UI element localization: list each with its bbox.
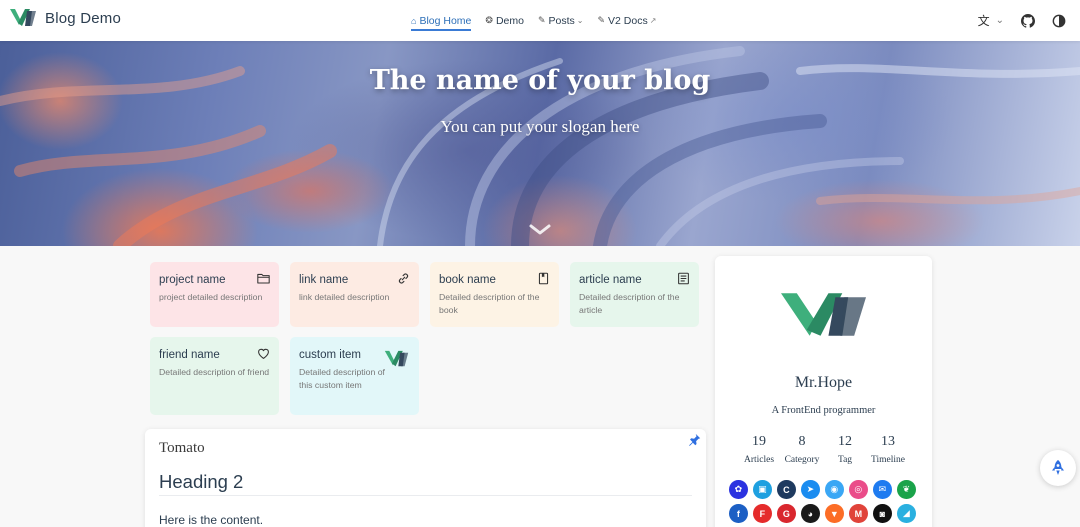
card-description: link detailed description	[299, 292, 390, 302]
hero-banner: The name of your blog You can put your s…	[0, 41, 1080, 246]
language-dropdown[interactable]: 文 ⌄	[978, 12, 1004, 29]
project-card-article[interactable]: article name Detailed description of the…	[570, 262, 699, 327]
nav-demo[interactable]: ❂ Demo	[485, 0, 524, 41]
dribbble-icon[interactable]: ◎	[849, 480, 868, 499]
social-row: ✿ ▣ C ➤ ◉ ◎ ✉ ❦	[729, 480, 921, 499]
article-title[interactable]: Tomato	[159, 440, 205, 457]
home-icon: ⌂	[411, 15, 417, 26]
instagram-icon[interactable]: ◙	[873, 504, 892, 523]
github-link[interactable]	[1021, 13, 1035, 28]
discover-icon: ❂	[485, 15, 493, 25]
email-icon[interactable]: ✉	[873, 480, 892, 499]
folder-icon	[257, 273, 270, 284]
nav-label: Posts	[548, 14, 575, 27]
stat-number: 19	[752, 434, 766, 449]
scroll-down-chevron-icon[interactable]	[529, 224, 551, 236]
external-link-icon: ↗	[649, 16, 657, 25]
nav-v2-docs[interactable]: ✎ V2 Docs ↗	[597, 0, 656, 41]
stat-tag[interactable]: 12 Tag	[824, 434, 867, 465]
gitlab-icon[interactable]: ▼	[825, 504, 844, 523]
nav-label: Blog Home	[419, 14, 472, 27]
article-card[interactable]: Tomato Heading 2 Here is the content.	[145, 429, 706, 527]
card-title: link name	[299, 274, 349, 286]
heart-icon	[258, 348, 269, 359]
project-card-custom[interactable]: custom item Detailed description of this…	[290, 337, 419, 415]
book-icon	[538, 272, 549, 285]
blogger-description: A FrontEnd programmer	[771, 405, 876, 416]
facebook-icon[interactable]: f	[729, 504, 748, 523]
stat-label: Tag	[837, 455, 853, 465]
card-description: Detailed description of friend	[159, 367, 270, 377]
article-icon	[678, 272, 689, 285]
card-description: project detailed description	[159, 292, 263, 302]
heading-divider	[159, 495, 692, 496]
stat-number: 13	[881, 434, 895, 449]
stat-articles[interactable]: 19 Articles	[738, 434, 781, 465]
nav-label: V2 Docs	[608, 14, 648, 27]
card-title: book name	[439, 274, 496, 286]
project-card-book[interactable]: book name Detailed description of the bo…	[430, 262, 559, 327]
project-card-friend[interactable]: friend name Detailed description of frie…	[150, 337, 279, 415]
lark-icon[interactable]: ◢	[897, 504, 916, 523]
discord-icon[interactable]: ◉	[825, 480, 844, 499]
stat-category[interactable]: 8 Category	[781, 434, 824, 465]
baidu-icon[interactable]: ✿	[729, 480, 748, 499]
flipboard-icon[interactable]: F	[753, 504, 772, 523]
note-icon: ✎	[597, 15, 606, 25]
card-description: Detailed description of the article	[579, 292, 680, 315]
card-title: friend name	[159, 349, 220, 361]
gmail-icon[interactable]: M	[849, 504, 868, 523]
dingding-icon[interactable]: ➤	[801, 480, 820, 499]
hero-title: The name of your blog	[369, 65, 711, 96]
card-title: article name	[579, 274, 642, 286]
social-row: f F G ◕ ▼ M ◙ ◢	[729, 504, 921, 523]
blogger-name: Mr.Hope	[794, 374, 853, 391]
nav-posts[interactable]: ✎ Posts ⌄	[538, 0, 584, 41]
pin-icon	[689, 433, 701, 446]
stat-label: Timeline	[871, 455, 905, 465]
gitee-icon[interactable]: G	[777, 504, 796, 523]
stat-label: Articles	[743, 455, 775, 465]
project-card-link[interactable]: link name link detailed description	[290, 262, 419, 327]
stat-number: 12	[838, 434, 852, 449]
github-icon[interactable]: ◕	[801, 504, 820, 523]
blogger-info-card: Mr.Hope A FrontEnd programmer 19 Article…	[715, 256, 932, 527]
navbar: Blog Demo ⌂ Blog Home ❂ Demo ✎ Posts ⌄ ✎…	[0, 0, 1080, 41]
evernote-icon[interactable]: ❦	[897, 480, 916, 499]
stat-timeline[interactable]: 13 Timeline	[867, 434, 910, 465]
brand-link[interactable]: Blog Demo	[10, 8, 121, 28]
hero-slogan: You can put your slogan here	[440, 117, 640, 136]
stat-label: Category	[784, 455, 820, 465]
chevron-down-icon: ⌄	[576, 16, 584, 25]
nav-label: Demo	[495, 14, 524, 27]
language-icon: 文	[977, 14, 990, 28]
link-icon	[398, 273, 409, 284]
avatar-logo-icon	[781, 293, 866, 336]
github-icon	[1021, 13, 1035, 28]
theme-toggle-icon	[1052, 14, 1066, 27]
nav-links: ⌂ Blog Home ❂ Demo ✎ Posts ⌄ ✎ V2 Docs ↗	[411, 0, 670, 41]
card-description: Detailed description of this custom item	[299, 367, 385, 390]
back-to-top-button[interactable]	[1040, 450, 1076, 486]
edit-icon: ✎	[537, 15, 546, 25]
social-media-links: ✿ ▣ C ➤ ◉ ◎ ✉ ❦ f F G ◕ ▼ M ◙ ◢	[729, 480, 921, 527]
chevron-down-icon: ⌄	[995, 15, 1004, 26]
article-excerpt: Here is the content.	[159, 513, 264, 527]
stat-number: 8	[798, 434, 806, 449]
card-description: Detailed description of the book	[439, 292, 540, 315]
nav-blog-home[interactable]: ⌂ Blog Home	[411, 0, 472, 41]
project-card-project[interactable]: project name project detailed descriptio…	[150, 262, 279, 327]
vuepress-hope-logo-icon	[10, 9, 36, 26]
article-heading: Heading 2	[159, 471, 244, 492]
logo-icon	[384, 350, 409, 367]
csdn-icon[interactable]: C	[777, 480, 796, 499]
bilibili-icon[interactable]: ▣	[753, 480, 772, 499]
site-title: Blog Demo	[45, 9, 122, 27]
blogger-stats: 19 Articles 8 Category 12 Tag 13 Timelin…	[715, 434, 932, 465]
rocket-icon	[1052, 460, 1064, 475]
theme-toggle[interactable]	[1052, 14, 1066, 28]
nav-actions: 文 ⌄	[961, 0, 1066, 41]
card-title: project name	[159, 274, 226, 286]
